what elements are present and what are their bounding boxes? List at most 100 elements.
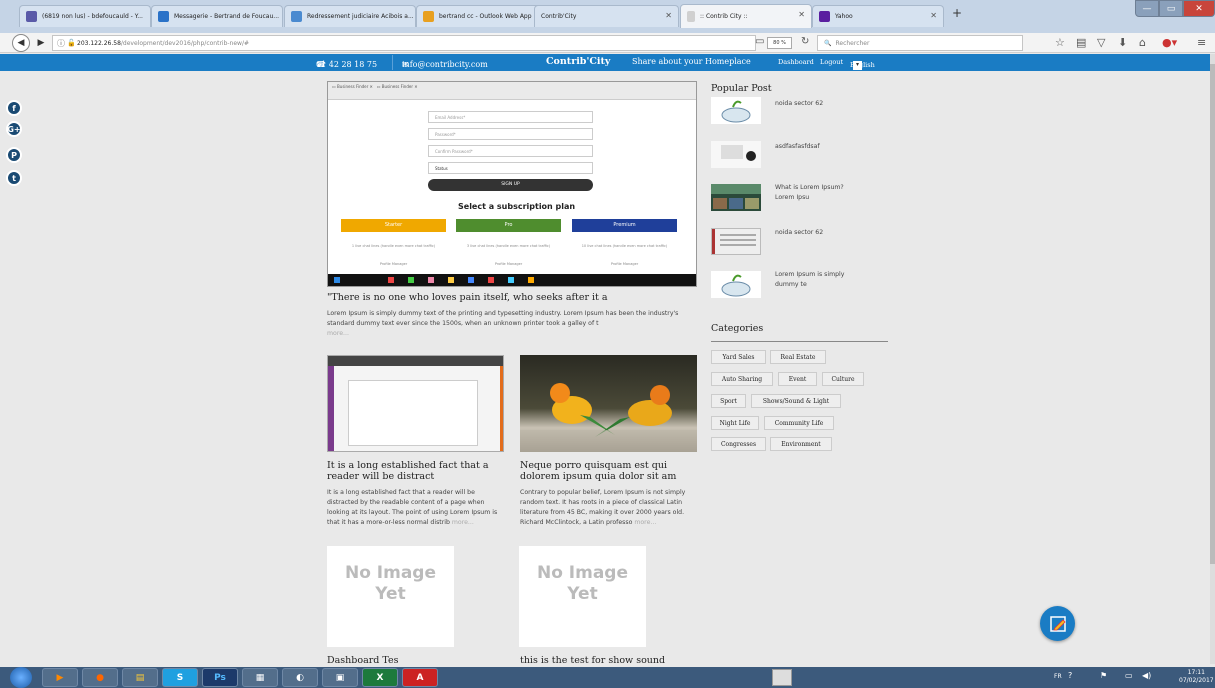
- plan-feature: 3 live chat lines (handle even more chat…: [466, 244, 551, 248]
- scrollbar-thumb[interactable]: [1210, 64, 1215, 564]
- nav-dashboard[interactable]: Dashboard: [778, 58, 814, 66]
- reload-icon[interactable]: ↻: [801, 36, 809, 47]
- no-image-placeholder[interactable]: No Image Yet: [519, 546, 646, 647]
- category-yard-sales[interactable]: Yard Sales: [711, 350, 766, 364]
- post-title[interactable]: It is a long established fact that a rea…: [327, 460, 507, 482]
- pocket-icon[interactable]: ▽: [1097, 36, 1105, 49]
- language-indicator[interactable]: FR: [1054, 673, 1062, 680]
- maximize-button[interactable]: ▭: [1159, 0, 1183, 17]
- category-environment[interactable]: Environment: [770, 437, 832, 451]
- menu-icon[interactable]: ≡: [1197, 36, 1206, 49]
- google-plus-icon[interactable]: G+: [6, 121, 22, 137]
- pen-tool-icon[interactable]: [772, 669, 792, 686]
- system-clock[interactable]: 17:11 07/02/2017: [1179, 669, 1214, 685]
- featured-post-image[interactable]: ▭ Business Finder ✕ ▭ Business Finder ✕ …: [327, 81, 697, 287]
- popular-post-thumb[interactable]: [711, 141, 761, 168]
- help-icon[interactable]: ?: [1068, 671, 1072, 680]
- category-night-life[interactable]: Night Life: [711, 416, 759, 430]
- media-player-icon[interactable]: ▶: [42, 668, 78, 687]
- new-post-button[interactable]: [1040, 606, 1075, 641]
- popular-post-thumb[interactable]: [711, 271, 761, 298]
- bookmarks-list-icon[interactable]: ▤: [1076, 36, 1086, 49]
- close-icon[interactable]: ✕: [930, 11, 937, 20]
- page-scrollbar[interactable]: [1210, 54, 1215, 664]
- embedded-confirm-field: Confirm Password*: [428, 145, 593, 157]
- addon-icon[interactable]: ●▾: [1162, 36, 1177, 49]
- tab-contribcity[interactable]: Contrib'City ✕: [534, 5, 679, 27]
- category-sport[interactable]: Sport: [711, 394, 746, 408]
- firefox-icon[interactable]: ●: [82, 668, 118, 687]
- close-icon[interactable]: ✕: [798, 10, 805, 19]
- embedded-plan-title: Select a subscription plan: [458, 202, 576, 211]
- window-close-button[interactable]: ✕: [1183, 0, 1215, 17]
- popular-post-title[interactable]: noida sector 62: [775, 228, 875, 238]
- network-app-icon[interactable]: ▦: [242, 668, 278, 687]
- volume-icon[interactable]: ◀): [1142, 671, 1151, 680]
- category-culture[interactable]: Culture: [822, 372, 864, 386]
- pinterest-icon[interactable]: P: [6, 147, 22, 163]
- download-icon[interactable]: ⬇: [1118, 36, 1127, 49]
- category-event[interactable]: Event: [778, 372, 817, 386]
- post-thumbnail[interactable]: [327, 355, 504, 452]
- post-title[interactable]: this is the test for show sound: [520, 655, 665, 666]
- new-tab-button[interactable]: +: [952, 6, 962, 20]
- category-community-life[interactable]: Community Life: [764, 416, 834, 430]
- read-more-link[interactable]: more...: [327, 330, 349, 337]
- post-excerpt: Contrary to popular belief, Lorem Ipsum …: [520, 489, 686, 526]
- post-title[interactable]: Neque porro quisquam est qui dolorem ips…: [520, 460, 700, 482]
- back-arrow-icon[interactable]: ◀: [12, 34, 30, 52]
- page-icon: [291, 11, 302, 22]
- paint-icon[interactable]: ◐: [282, 668, 318, 687]
- tab-yahoo-mail[interactable]: (6819 non lus) - bdefoucauld - Y...: [19, 5, 151, 27]
- photoshop-icon[interactable]: Ps: [202, 668, 238, 687]
- popular-post-thumb[interactable]: [711, 97, 761, 124]
- excel-icon[interactable]: X: [362, 668, 398, 687]
- flag-icon[interactable]: ⚑: [1100, 671, 1107, 680]
- home-icon[interactable]: ⌂: [1139, 36, 1146, 49]
- site-brand[interactable]: Contrib'City: [546, 56, 610, 67]
- no-image-placeholder[interactable]: No Image Yet: [327, 546, 454, 647]
- category-auto-sharing[interactable]: Auto Sharing: [711, 372, 773, 386]
- post-thumbnail[interactable]: [520, 355, 697, 452]
- file-explorer-icon[interactable]: ▤: [122, 668, 158, 687]
- category-real-estate[interactable]: Real Estate: [770, 350, 826, 364]
- reader-view-icon[interactable]: ▭: [755, 36, 764, 47]
- search-icon: 🔍: [824, 39, 832, 47]
- embedded-email-field: Email Address*: [428, 111, 593, 123]
- tab-outlook[interactable]: bertrand cc - Outlook Web App: [416, 5, 548, 27]
- popular-post-title[interactable]: Lorem Ipsum is simply dummy te: [775, 270, 860, 290]
- skype-icon[interactable]: S: [162, 668, 198, 687]
- category-shows-sound-light[interactable]: Shows/Sound & Light: [751, 394, 841, 408]
- acrobat-icon[interactable]: A: [402, 668, 438, 687]
- popular-post-title[interactable]: What is Lorem Ipsum?Lorem Ipsu: [775, 183, 845, 203]
- embedded-select: Status: [428, 162, 593, 174]
- tab-yahoo[interactable]: Yahoo ✕: [812, 5, 944, 27]
- embedded-browser-bar: ▭ Business Finder ✕ ▭ Business Finder ✕: [328, 82, 696, 100]
- tab-redressement[interactable]: Redressement judiciaire Acibois a...: [284, 5, 416, 27]
- read-more-link[interactable]: more...: [452, 519, 474, 526]
- tab-contribcity-active[interactable]: :: Contrib City :: ✕: [680, 4, 812, 28]
- forward-arrow-icon[interactable]: ▶: [33, 35, 49, 51]
- nav-logout[interactable]: Logout: [820, 58, 843, 66]
- address-bar[interactable]: ⓘ 🔓 203.122.26.58/development/dev2016/ph…: [52, 35, 756, 51]
- zoom-indicator[interactable]: 80 %: [767, 37, 792, 49]
- minimize-button[interactable]: —: [1135, 0, 1159, 17]
- twitter-icon[interactable]: t: [6, 170, 22, 186]
- popular-post-thumb[interactable]: [711, 228, 761, 255]
- start-button[interactable]: [10, 667, 32, 688]
- popular-post-heading: Popular Post: [711, 83, 772, 94]
- facebook-icon[interactable]: f: [6, 100, 22, 116]
- popular-post-title[interactable]: noida sector 62: [775, 99, 875, 109]
- network-icon[interactable]: ▭: [1125, 671, 1133, 680]
- calculator-icon[interactable]: ▣: [322, 668, 358, 687]
- tab-messagerie[interactable]: Messagerie - Bertrand de Foucau...: [151, 5, 283, 27]
- post-title[interactable]: Dashboard Tes: [327, 655, 398, 666]
- bookmark-star-icon[interactable]: ☆: [1055, 36, 1065, 49]
- popular-post-title[interactable]: asdfasfasfdsaf: [775, 142, 875, 152]
- search-input[interactable]: 🔍 Rechercher: [817, 35, 1023, 51]
- category-congresses[interactable]: Congresses: [711, 437, 766, 451]
- close-icon[interactable]: ✕: [665, 11, 672, 20]
- featured-post-title[interactable]: "There is no one who loves pain itself, …: [327, 292, 608, 303]
- read-more-link[interactable]: more...: [634, 519, 656, 526]
- popular-post-thumb[interactable]: [711, 184, 761, 211]
